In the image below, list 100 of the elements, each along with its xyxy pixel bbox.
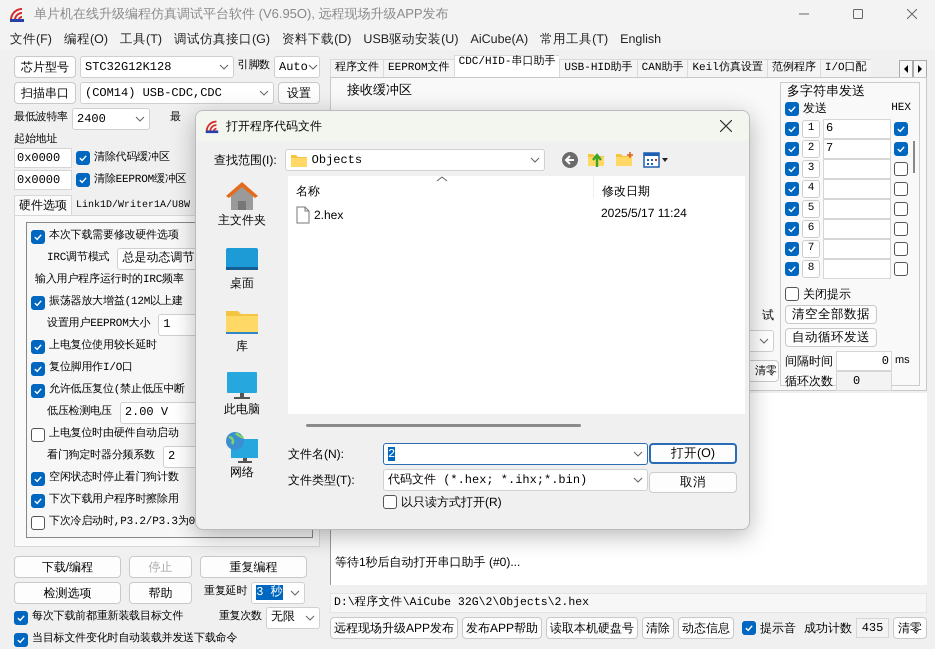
text-field[interactable] <box>823 198 891 219</box>
address-field[interactable]: 0x0000 <box>14 148 72 168</box>
delay-dropdown[interactable]: 3 秒 <box>251 582 306 604</box>
settings-button[interactable]: 设置 <box>278 82 320 104</box>
checkbox[interactable] <box>894 222 908 236</box>
checkbox[interactable] <box>785 122 799 136</box>
index-button[interactable]: 8 <box>802 260 820 278</box>
checkbox[interactable] <box>785 142 799 156</box>
checkbox-label[interactable]: 发送 <box>803 101 827 116</box>
menu-item[interactable]: 编程(O) <box>58 32 114 46</box>
index-button[interactable]: 4 <box>802 180 820 198</box>
checkbox[interactable] <box>894 262 908 276</box>
index-button[interactable]: 7 <box>802 240 820 258</box>
checkbox[interactable] <box>742 620 756 635</box>
place-label[interactable]: 库 <box>236 339 248 354</box>
count-dropdown[interactable]: 无限 <box>266 606 320 629</box>
toolbar-button[interactable]: 读取本机硬盘号 <box>546 617 638 639</box>
checkbox-label[interactable]: 提示音 <box>760 620 796 636</box>
checkbox[interactable] <box>894 142 908 156</box>
checkbox-label[interactable]: 本次下载需要修改硬件选项 <box>49 230 179 244</box>
checkbox-label[interactable]: 以只读方式打开(R) <box>401 495 502 510</box>
chip-type-button[interactable]: 芯片型号 <box>14 56 76 78</box>
new-folder-icon[interactable] <box>614 151 635 169</box>
menu-item[interactable]: 文件(F) <box>4 32 58 46</box>
checkbox[interactable] <box>31 516 45 530</box>
scrollbar[interactable] <box>306 424 581 427</box>
checkbox-label[interactable]: 空闲状态时停止看门狗计数 <box>49 472 179 486</box>
checkbox[interactable] <box>894 162 908 176</box>
scroll-right-icon[interactable] <box>913 60 927 78</box>
checkbox[interactable] <box>31 230 45 244</box>
index-button[interactable]: 2 <box>802 140 820 158</box>
checkbox[interactable] <box>31 340 45 354</box>
scan-port-button[interactable]: 扫描串口 <box>14 82 76 104</box>
baud-dropdown[interactable]: 2400 <box>72 108 150 130</box>
index-button[interactable]: 1 <box>802 120 820 138</box>
checkbox[interactable] <box>14 632 28 647</box>
menu-item[interactable]: 常用工具(T) <box>534 32 614 46</box>
toolbar-button[interactable]: 清除 <box>642 617 674 639</box>
checkbox[interactable] <box>31 494 45 508</box>
checkbox-label[interactable]: 下次冷启动时,P3.2/P3.3为0 <box>49 516 196 530</box>
checkbox[interactable] <box>785 262 799 276</box>
checkbox[interactable] <box>785 182 799 196</box>
place-label[interactable]: 此电脑 <box>224 402 260 416</box>
checkbox[interactable] <box>785 202 799 216</box>
place-label[interactable]: 主文件夹 <box>218 213 266 228</box>
text-field[interactable]: 6 <box>823 118 891 139</box>
checkbox[interactable] <box>785 102 799 116</box>
action-button[interactable]: 下载/编程 <box>14 556 121 578</box>
menu-item[interactable]: English <box>614 32 668 46</box>
column-header[interactable]: 修改日期 <box>602 176 650 198</box>
text-field[interactable] <box>823 258 891 279</box>
checkbox-label[interactable]: 清除EEPROM缓冲区 <box>94 174 186 187</box>
loop-send-button[interactable]: 自动循环发送 <box>785 328 877 347</box>
text-field[interactable] <box>823 158 891 179</box>
place-label[interactable]: 网络 <box>230 465 254 480</box>
pins-dropdown[interactable]: Auto <box>274 56 320 78</box>
maximize-icon[interactable] <box>853 9 863 19</box>
index-button[interactable]: 3 <box>802 160 820 178</box>
toolbar-button[interactable]: 远程现场升级APP发布 <box>330 617 458 639</box>
toolbar-button[interactable]: 发布APP帮助 <box>462 617 542 639</box>
scroll-left-icon[interactable] <box>899 60 913 78</box>
checkbox-label[interactable]: 每次下载前都重新装载目标文件 <box>32 610 184 624</box>
cancel-button[interactable]: 取消 <box>649 472 737 493</box>
menu-item[interactable]: 调试仿真接口(G) <box>168 32 276 46</box>
file-name[interactable]: 2.hex <box>314 208 344 222</box>
view-menu-icon[interactable] <box>642 152 669 168</box>
checkbox[interactable] <box>785 242 799 256</box>
tab[interactable]: I/O口配 <box>820 58 871 78</box>
checkbox[interactable] <box>894 182 908 196</box>
place-label[interactable]: 桌面 <box>230 276 254 290</box>
checkbox[interactable] <box>31 362 45 376</box>
tab[interactable]: USB-HID助手 <box>559 58 637 78</box>
chip-dropdown[interactable]: STC32G12K128 <box>80 56 234 78</box>
menu-item[interactable]: 工具(T) <box>114 32 168 46</box>
checkbox[interactable] <box>31 472 45 486</box>
clear-all-button[interactable]: 清空全部数据 <box>785 304 877 324</box>
checkbox[interactable] <box>785 286 799 301</box>
checkbox[interactable] <box>31 296 45 310</box>
checkbox[interactable] <box>894 202 908 216</box>
checkbox[interactable] <box>894 242 908 256</box>
tab[interactable]: CDC/HID-串口助手 <box>454 55 560 78</box>
checkbox[interactable] <box>31 384 45 398</box>
action-button[interactable]: 检测选项 <box>14 582 121 604</box>
tab[interactable]: 硬件选项 <box>14 195 72 216</box>
folder-up-icon[interactable] <box>586 151 607 169</box>
reset-button[interactable]: 清零 <box>893 617 927 639</box>
checkbox[interactable] <box>894 122 908 136</box>
tab[interactable]: 程序文件 <box>330 58 383 78</box>
port-dropdown[interactable]: (COM14) USB-CDC,CDC <box>80 82 274 104</box>
tab[interactable]: EEPROM文件 <box>383 58 454 78</box>
back-icon[interactable] <box>560 151 579 169</box>
checkbox-label[interactable]: 上电复位使用较长延时 <box>49 340 158 354</box>
checkbox[interactable] <box>785 162 799 176</box>
interval-field[interactable]: 0 <box>836 350 892 371</box>
text-field[interactable]: 7 <box>823 138 891 159</box>
action-button[interactable]: 重复编程 <box>200 556 307 578</box>
checkbox-label[interactable]: 清除代码缓冲区 <box>94 152 170 165</box>
checkbox-label[interactable]: 振荡器放大增益(12M以上建 <box>49 296 183 310</box>
menu-item[interactable]: AiCube(A) <box>464 32 534 46</box>
text-field[interactable] <box>823 218 891 239</box>
